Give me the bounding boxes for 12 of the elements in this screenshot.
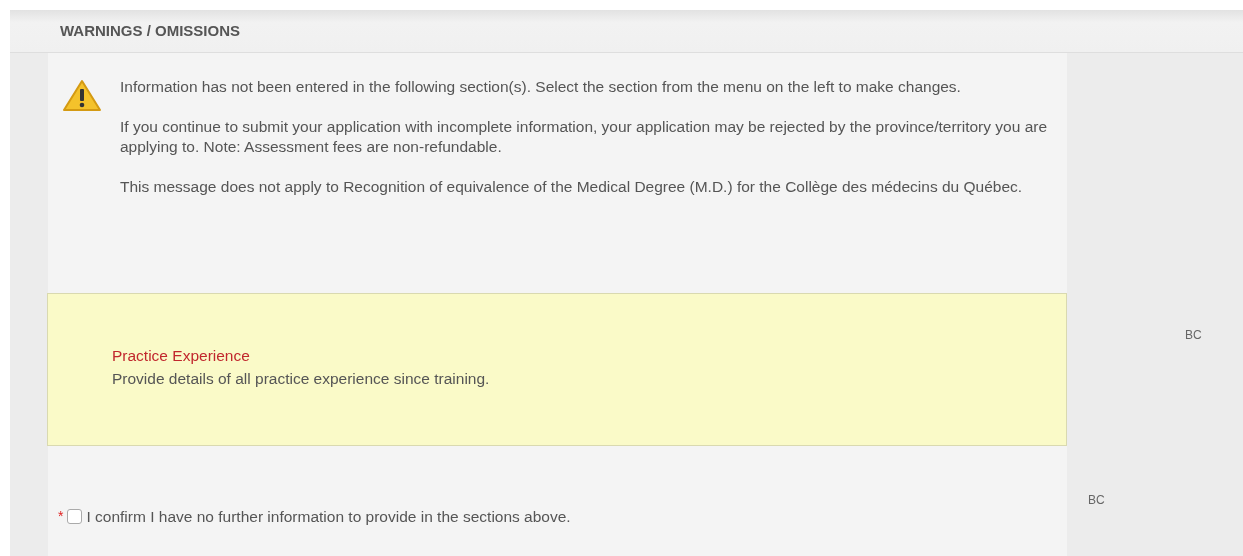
province-code: BC [1185, 328, 1202, 342]
province-code: BC [1088, 493, 1105, 507]
warning-text: Information has not been entered in the following section(s). Select the section from the menu on the left to make changes. [120, 77, 962, 97]
required-marker: * [58, 507, 64, 526]
warning-text: If you continue to submit your application with incomplete information, your application may be rejected by the province/territory you are applying to. Note: Assessment fees are non-refundable. [120, 117, 1049, 157]
confirm-label: I confirm I have no further information to provide in the sections above. [86, 506, 571, 527]
warning-text: This message does not apply to Recognition of equivalence of the Medical Degree (M.D.) for the Collège des médecins du Québec. [120, 177, 1024, 197]
omission-title: Practice Experience [112, 346, 251, 366]
section-title: WARNINGS / OMISSIONS [60, 20, 240, 41]
warning-icon [62, 79, 102, 113]
omission-description: Provide details of all practice experience since training. [112, 369, 491, 389]
checkbox[interactable] [67, 509, 83, 524]
